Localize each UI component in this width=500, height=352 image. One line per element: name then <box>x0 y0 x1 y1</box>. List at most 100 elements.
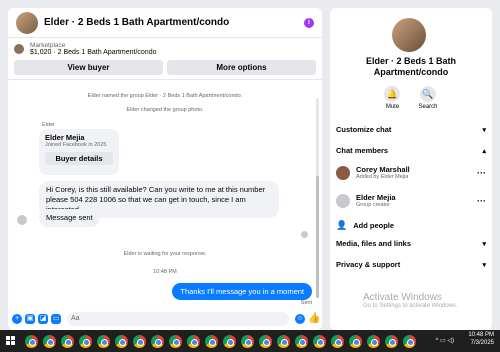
chevron-down-icon: ▾ <box>482 240 486 248</box>
chrome-icon[interactable] <box>222 334 236 348</box>
bell-icon: 🔔 <box>384 86 401 102</box>
sent-status: Sent <box>300 300 312 306</box>
buyer-name: Elder Mejia <box>45 133 85 142</box>
activate-windows-watermark: Activate Windows Go to Settings to activ… <box>363 292 458 309</box>
message-input[interactable]: Aa <box>67 312 289 326</box>
chat-members-row[interactable]: Chat members ▴ <box>336 146 486 155</box>
chrome-icon[interactable] <box>366 334 380 348</box>
chevron-down-icon: ▾ <box>482 261 486 269</box>
watermark-subtitle: Go to Settings to activate Windows. <box>363 303 458 309</box>
info-icon[interactable]: i <box>304 17 314 28</box>
watermark-title: Activate Windows <box>363 292 442 303</box>
sender-avatar[interactable] <box>17 215 27 225</box>
chrome-icon[interactable] <box>186 334 200 348</box>
member-role: Group creator <box>356 202 390 208</box>
buyer-card: Elder Mejia Joined Facebook in 2025 Buye… <box>39 129 119 175</box>
chrome-icon[interactable] <box>204 334 218 348</box>
group-avatar[interactable] <box>16 11 38 34</box>
mute-button[interactable]: 🔔 Mute <box>384 86 401 110</box>
chrome-icon[interactable] <box>114 334 128 348</box>
add-people-label: Add people <box>353 221 395 230</box>
listing-title[interactable]: $1,020 · 2 Beds 1 Bath Apartment/condo <box>30 49 156 56</box>
chrome-icon[interactable] <box>402 334 416 348</box>
member-role: Added by Elder Mejia <box>356 174 409 180</box>
view-buyer-button[interactable]: View buyer <box>14 60 163 75</box>
chrome-icon[interactable] <box>276 334 290 348</box>
mute-label: Mute <box>385 104 400 110</box>
incoming-message[interactable]: Message sent <box>39 209 100 227</box>
chat-panel: Elder · 2 Beds 1 Bath Apartment/condo i … <box>8 8 322 330</box>
system-tray-icons[interactable]: ^ ▭ ◁) <box>436 337 454 344</box>
chat-members-label: Chat members <box>336 146 389 155</box>
clock-date: 7/3/2025 <box>470 339 494 346</box>
search-icon: 🔍 <box>419 86 436 102</box>
outgoing-message[interactable]: Thanks I'll message you in a moment <box>172 283 312 300</box>
group-photo[interactable] <box>392 18 426 52</box>
chevron-down-icon: ▾ <box>482 126 486 134</box>
chevron-up-icon: ▴ <box>482 147 486 155</box>
marketplace-banner: Marketplace $1,020 · 2 Beds 1 Bath Apart… <box>8 38 322 80</box>
listing-thumbnail[interactable] <box>14 44 24 54</box>
timestamp: 10:48 PM <box>153 269 177 275</box>
search-button[interactable]: 🔍 Search <box>418 86 438 110</box>
member-item[interactable]: Corey Marshall Added by Elder Mejia ··· <box>336 165 486 180</box>
chrome-icon[interactable] <box>168 334 182 348</box>
marketplace-label: Marketplace <box>30 42 66 49</box>
taskbar: ^ ▭ ◁) 10:48 PM 7/3/2025 <box>0 330 500 352</box>
system-message: Elder named the group Elder · 2 Beds 1 B… <box>87 93 243 99</box>
chrome-icon[interactable] <box>312 334 326 348</box>
clock[interactable]: 10:48 PM 7/3/2025 <box>468 332 494 348</box>
chrome-icon[interactable] <box>24 334 38 348</box>
group-name: Elder · 2 Beds 1 Bath Apartment/condo <box>365 56 457 77</box>
chrome-icon[interactable] <box>348 334 362 348</box>
privacy-support-label: Privacy & support <box>336 260 401 269</box>
details-panel: Elder · 2 Beds 1 Bath Apartment/condo 🔔 … <box>330 8 492 330</box>
composer: + ▣ ◪ ▭ Aa ☺ 👍 <box>8 308 322 330</box>
chrome-icon[interactable] <box>384 334 398 348</box>
windows-start-icon[interactable] <box>6 336 16 346</box>
gif-icon[interactable]: ▭ <box>51 314 61 324</box>
like-icon[interactable]: 👍 <box>308 314 320 324</box>
chat-header: Elder · 2 Beds 1 Bath Apartment/condo i <box>8 8 322 38</box>
waiting-notice: Elder is waiting for your response. <box>123 251 207 257</box>
clock-time: 10:48 PM <box>468 332 494 338</box>
media-files-label: Media, files and links <box>336 239 412 248</box>
chrome-icon[interactable] <box>132 334 146 348</box>
customize-chat-row[interactable]: Customize chat ▾ <box>336 125 486 134</box>
chrome-icon[interactable] <box>258 334 272 348</box>
sender-label: Elder <box>42 122 55 128</box>
more-options-icon[interactable]: ··· <box>477 196 486 206</box>
more-options-icon[interactable]: ··· <box>477 168 486 178</box>
privacy-support-row[interactable]: Privacy & support ▾ <box>336 260 486 269</box>
chrome-icon[interactable] <box>96 334 110 348</box>
add-person-icon: 👤 <box>336 220 348 230</box>
customize-chat-label: Customize chat <box>336 125 392 134</box>
seen-indicator-icon <box>301 231 308 238</box>
quick-actions: 🔔 Mute 🔍 Search <box>330 86 492 110</box>
plus-icon[interactable]: + <box>12 314 22 324</box>
add-people-button[interactable]: 👤 Add people <box>336 220 394 231</box>
message-list[interactable]: Elder named the group Elder · 2 Beds 1 B… <box>8 91 322 308</box>
chrome-icon[interactable] <box>240 334 254 348</box>
media-files-row[interactable]: Media, files and links ▾ <box>336 239 486 248</box>
member-item[interactable]: Elder Mejia Group creator ··· <box>336 193 486 208</box>
avatar <box>336 193 350 208</box>
sticker-icon[interactable]: ◪ <box>38 314 48 324</box>
chrome-icon[interactable] <box>150 334 164 348</box>
more-options-button[interactable]: More options <box>167 60 316 75</box>
chrome-icon[interactable] <box>60 334 74 348</box>
buyer-details-button[interactable]: Buyer details <box>45 152 113 165</box>
member-name: Corey Marshall <box>356 165 410 174</box>
system-message: Elder changed the group photo. <box>126 107 204 113</box>
chrome-icon[interactable] <box>78 334 92 348</box>
chrome-icon[interactable] <box>330 334 344 348</box>
buyer-joined: Joined Facebook in 2025 <box>45 142 107 148</box>
avatar <box>336 165 350 180</box>
chrome-icon[interactable] <box>42 334 56 348</box>
emoji-icon[interactable]: ☺ <box>295 314 305 324</box>
chrome-icon[interactable] <box>294 334 308 348</box>
member-name: Elder Mejia <box>356 193 396 202</box>
scrollbar-thumb[interactable] <box>316 176 319 298</box>
photo-icon[interactable]: ▣ <box>25 314 35 324</box>
chat-title[interactable]: Elder · 2 Beds 1 Bath Apartment/condo <box>44 17 304 28</box>
